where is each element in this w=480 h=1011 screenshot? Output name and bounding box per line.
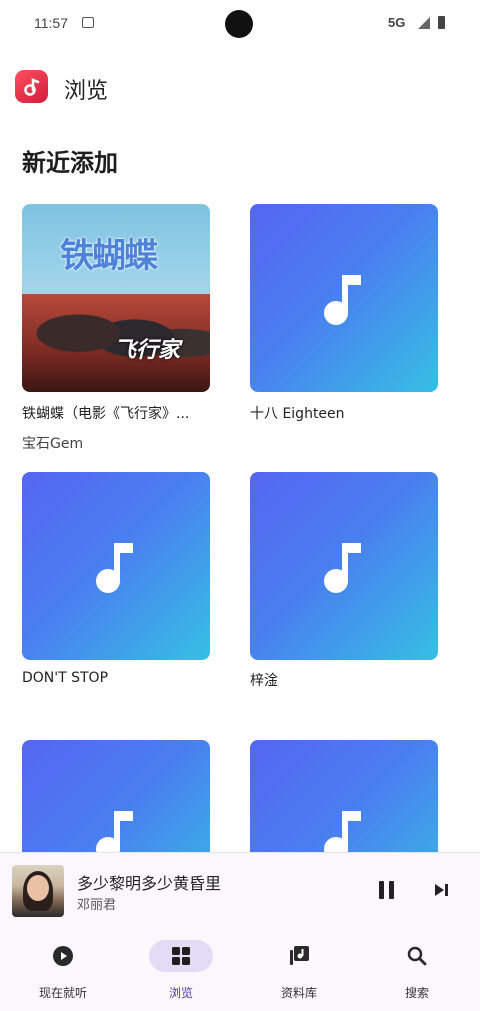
grid-icon	[172, 947, 190, 965]
album-cover-4[interactable]	[250, 472, 438, 660]
pause-icon	[388, 881, 394, 899]
album-title-4[interactable]: 梓淦	[250, 670, 450, 690]
section-title: 新近添加	[22, 149, 118, 177]
album-title-1[interactable]: 铁蝴蝶（电影《飞行家》...	[22, 403, 222, 423]
nav-icon-container	[267, 940, 331, 972]
thumbnail-face	[27, 875, 49, 901]
play-circle-icon	[53, 946, 73, 966]
cover-title-text: 铁蝴蝶	[60, 236, 158, 276]
page-title: 浏览	[64, 79, 109, 104]
app-logo-icon	[15, 70, 48, 103]
nav-icon-container	[149, 940, 213, 972]
nav-icon-container	[31, 940, 95, 972]
status-time: 11:57	[34, 15, 68, 31]
cover-logo-text: 飞行家	[114, 338, 181, 363]
album-artist-1[interactable]: 宝石Gem	[22, 433, 83, 453]
nav-icon-container	[385, 940, 449, 972]
music-note-icon	[324, 275, 361, 325]
music-note-icon	[96, 543, 133, 593]
album-cover-3[interactable]	[22, 472, 210, 660]
search-icon	[407, 946, 427, 966]
nav-label: 资料库	[280, 986, 317, 1000]
album-title-3[interactable]: DON'T STOP	[22, 670, 222, 686]
album-cover-2[interactable]	[250, 204, 438, 392]
nav-item-listen-now[interactable]: 现在就听	[13, 928, 113, 1008]
network-type: 5G	[388, 15, 406, 30]
next-button[interactable]	[428, 876, 456, 904]
album-title-2[interactable]: 十八 Eighteen	[250, 403, 450, 423]
album-cover-1[interactable]: 铁蝴蝶 飞行家	[22, 204, 210, 392]
screen-cast-icon	[82, 17, 94, 28]
bottom-navigation: 现在就听 浏览 资料库 搜索	[0, 928, 480, 1011]
mini-player[interactable]	[0, 852, 480, 928]
pause-button[interactable]	[372, 876, 400, 904]
nav-item-browse[interactable]: 浏览	[131, 928, 231, 1008]
now-playing-artist[interactable]: 邓丽君	[77, 894, 116, 913]
now-playing-title[interactable]: 多少黎明多少黄昏里	[77, 870, 221, 894]
front-camera	[225, 10, 253, 38]
music-note-icon	[324, 543, 361, 593]
skip-next-icon	[435, 884, 448, 896]
nav-label: 搜索	[404, 986, 429, 1000]
battery-icon	[438, 16, 445, 29]
nav-label: 现在就听	[38, 986, 87, 1000]
now-playing-thumbnail[interactable]	[12, 865, 64, 917]
signal-icon	[418, 17, 430, 29]
library-icon	[290, 946, 309, 965]
status-bar: 11:57 5G	[0, 0, 480, 48]
nav-item-search[interactable]: 搜索	[367, 928, 467, 1008]
nav-item-library[interactable]: 资料库	[249, 928, 349, 1008]
pause-icon	[378, 881, 384, 899]
nav-label: 浏览	[168, 986, 193, 1000]
